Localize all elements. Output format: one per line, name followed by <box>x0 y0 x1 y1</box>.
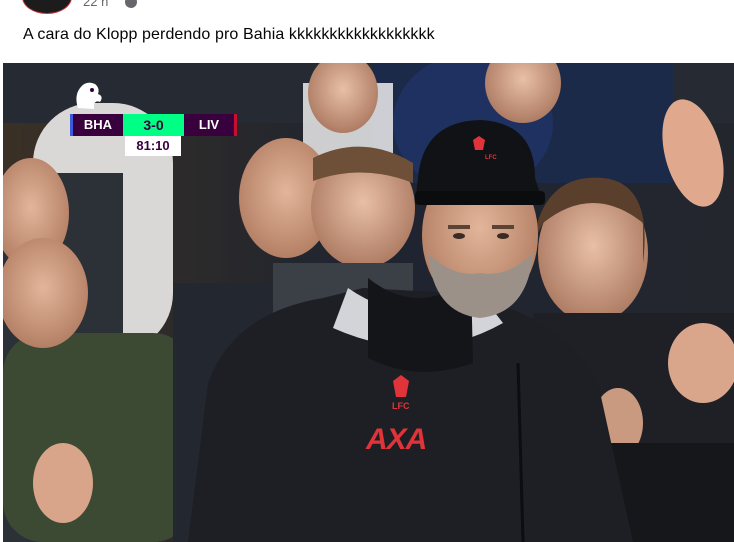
jacket-sponsor-text: AXA <box>366 423 427 456</box>
scoreboard-home-team: BHA <box>70 114 123 136</box>
post-timestamp[interactable]: 22 h <box>83 0 108 9</box>
globe-icon <box>125 0 137 8</box>
scoreboard-away-team: LIV <box>184 114 237 136</box>
scoreboard: BHA 3-0 LIV 81:10 <box>70 114 237 156</box>
jacket-club-text: LFC <box>392 401 410 411</box>
post-header: 22 h <box>0 0 734 14</box>
scoreboard-score: 3-0 <box>123 114 184 136</box>
crowd-green-jacket <box>3 333 193 542</box>
cap-club-text: LFC <box>485 155 497 161</box>
avatar[interactable] <box>22 0 72 14</box>
premier-league-logo <box>76 82 102 109</box>
post-text: A cara do Klopp perdendo pro Bahia kkkkk… <box>23 26 435 43</box>
scoreboard-clock: 81:10 <box>125 136 181 156</box>
post-photo[interactable]: LFC LFC AXA BHA 3-0 LIV 81:10 <box>3 63 734 542</box>
